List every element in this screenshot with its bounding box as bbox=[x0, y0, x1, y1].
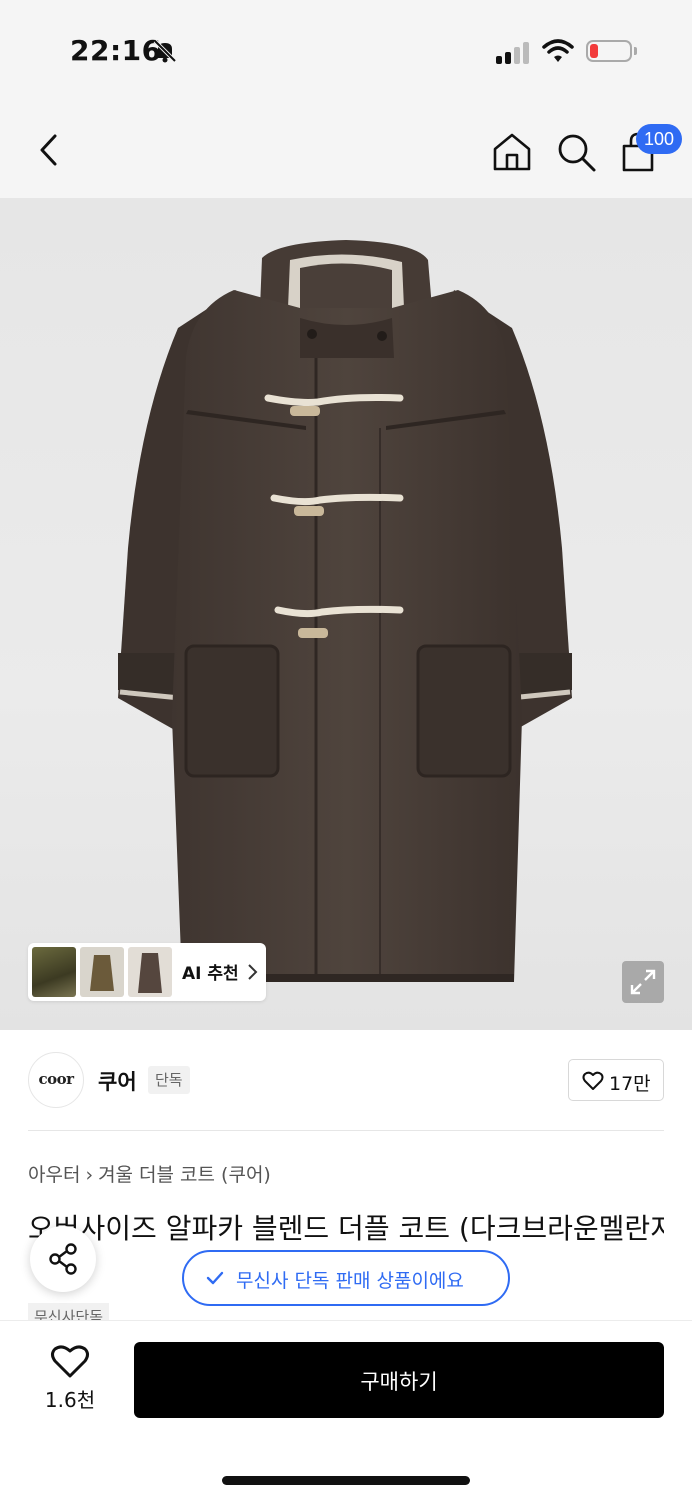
back-icon[interactable] bbox=[30, 130, 70, 170]
buy-button-label: 구매하기 bbox=[360, 1371, 438, 1394]
home-indicator bbox=[222, 1476, 470, 1485]
share-icon bbox=[49, 1243, 77, 1275]
divider bbox=[28, 1130, 664, 1131]
cart-count-badge: 100 bbox=[636, 124, 683, 154]
chevron-right-icon: › bbox=[85, 1164, 94, 1186]
breadcrumb-subcategory[interactable]: 겨울 더블 코트 (쿠어) bbox=[98, 1164, 271, 1186]
coat-photo bbox=[118, 240, 572, 982]
brand-like-button[interactable]: 17만 bbox=[568, 1059, 664, 1101]
expand-icon bbox=[630, 969, 656, 995]
brand-exclusive-badge: 단독 bbox=[148, 1066, 190, 1094]
bell-muted-icon bbox=[153, 39, 177, 63]
expand-image-button[interactable] bbox=[622, 961, 664, 1003]
ai-thumbnail[interactable] bbox=[80, 947, 124, 997]
ai-thumbnail[interactable] bbox=[128, 947, 172, 997]
wishlist-count: 1.6천 bbox=[44, 1388, 96, 1412]
ai-recommend-label: AI 추천 bbox=[182, 964, 239, 984]
chevron-right-icon bbox=[248, 964, 258, 980]
buy-button[interactable]: 구매하기 bbox=[134, 1342, 664, 1418]
brand-logo[interactable]: coor bbox=[28, 1052, 84, 1108]
status-bar: 22:16 bbox=[0, 0, 692, 100]
exclusive-toast: 무신사 단독 판매 상품이에요 bbox=[182, 1250, 510, 1306]
ai-thumbnail[interactable] bbox=[32, 947, 76, 997]
breadcrumb-category[interactable]: 아우터 bbox=[28, 1164, 80, 1186]
brand-name[interactable]: 쿠어 bbox=[98, 1066, 137, 1096]
heart-icon bbox=[582, 1071, 604, 1090]
wifi-icon bbox=[542, 39, 574, 62]
nav-bar bbox=[0, 100, 692, 198]
wishlist-heart-icon[interactable] bbox=[50, 1344, 90, 1380]
check-icon bbox=[206, 1271, 224, 1285]
search-icon[interactable] bbox=[554, 130, 598, 174]
signal-icon bbox=[496, 40, 532, 64]
toast-text: 무신사 단독 판매 상품이에요 bbox=[236, 1270, 464, 1292]
share-button[interactable] bbox=[30, 1226, 96, 1292]
home-icon[interactable] bbox=[490, 130, 534, 174]
breadcrumb: 아우터 › 겨울 더블 코트 (쿠어) bbox=[28, 1160, 271, 1187]
battery-icon bbox=[586, 40, 632, 62]
product-image[interactable]: AI 추천 bbox=[0, 198, 692, 1030]
status-time: 22:16 bbox=[70, 34, 162, 67]
ai-recommendation-strip[interactable]: AI 추천 bbox=[28, 943, 266, 1001]
brand-like-count: 17만 bbox=[609, 1073, 651, 1095]
